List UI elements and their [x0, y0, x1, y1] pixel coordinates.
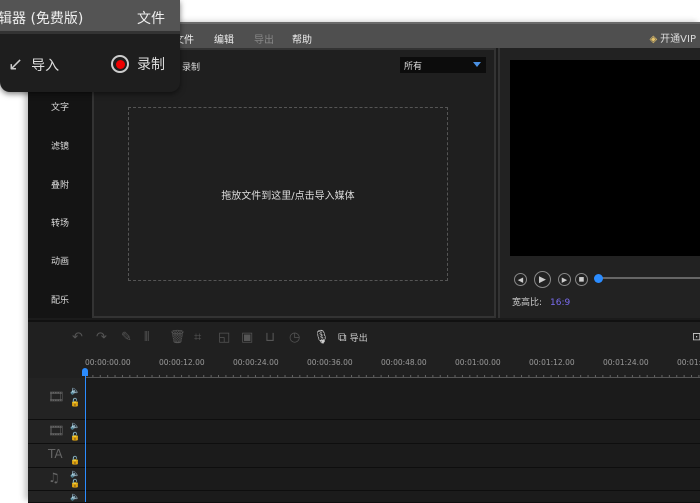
ruler-label: 00:01:00.00	[455, 358, 501, 367]
track-video-overlay[interactable]: 🎞 🔈 🔓	[28, 420, 700, 444]
vip-label: 开通VIP	[660, 34, 696, 45]
drop-zone[interactable]: 拖放文件到这里/点击导入媒体	[128, 107, 448, 281]
film-icon: 🎞	[48, 424, 65, 439]
lock-icon[interactable]: 🔓	[70, 398, 80, 407]
import-label: 导入	[31, 57, 60, 74]
import-button[interactable]: ↙ 导入	[8, 54, 59, 75]
fit-icon[interactable]: ⊡	[692, 330, 700, 343]
track-header: TA 🔓	[28, 444, 85, 467]
lock-icon[interactable]: 🔓	[70, 456, 80, 465]
ratio-label: 宽高比:	[512, 298, 543, 308]
track-header: 🎞 🔈 🔓	[28, 420, 85, 443]
music-icon: ♫	[48, 471, 60, 486]
crop-icon[interactable]: ⌗	[194, 330, 201, 345]
film-icon: 🎞	[48, 390, 65, 405]
export-icon: ⧉	[338, 330, 347, 344]
track-voice[interactable]: 🔈	[28, 491, 700, 503]
ruler-label: 00:01:12.00	[529, 358, 575, 367]
diamond-icon: ◈	[649, 34, 658, 45]
stop-icon[interactable]: ■	[575, 273, 588, 286]
ruler-label: 00:01:3	[677, 358, 700, 367]
volume-icon[interactable]: 🔈	[70, 421, 80, 430]
record-label: 录制	[137, 57, 165, 73]
filter-dropdown[interactable]: 所有	[400, 57, 486, 73]
ruler-label: 00:01:24.00	[603, 358, 649, 367]
microphone-icon[interactable]: 🎙	[313, 330, 330, 345]
lock-icon[interactable]: 🔓	[70, 479, 80, 488]
filter-value: 所有	[404, 62, 423, 72]
drop-hint: 拖放文件到这里/点击导入媒体	[221, 190, 355, 202]
menu-export[interactable]: 导出	[254, 31, 274, 46]
sidebar-item-text[interactable]: 文字	[28, 100, 92, 113]
volume-icon[interactable]: 🔈	[70, 469, 80, 478]
app-title: 辑器 (免费版)	[0, 11, 84, 27]
record-icon	[111, 55, 129, 73]
tab-record[interactable]: 录制	[182, 60, 200, 73]
playhead[interactable]	[85, 370, 86, 502]
export-button[interactable]: ⧉ 导出	[338, 330, 368, 345]
split-icon[interactable]: ⫴	[144, 330, 149, 345]
quick-popup: 辑器 (免费版) 文件 ↙ 导入 录制	[0, 0, 180, 92]
sidebar-item-transition[interactable]: 转场	[28, 216, 92, 229]
ruler-label: 00:00:48.00	[381, 358, 427, 367]
import-icon: ↙	[8, 54, 24, 75]
sidebar-item-overlay[interactable]: 叠附	[28, 178, 92, 191]
play-icon[interactable]: ▶	[534, 271, 551, 288]
text-icon: TA	[48, 447, 63, 461]
audio-level-icon[interactable]: ⊔	[265, 330, 275, 345]
preview-screen	[510, 60, 700, 256]
mosaic-icon[interactable]: ▣	[241, 330, 253, 345]
timeline: ↶ ↷ ✎ ⫴ 🗑 ⌗ ◱ ▣ ⊔ ◷ 🎙 ⧉ 导出 ⊡ 00:00:00.00 …	[28, 320, 700, 503]
seek-handle[interactable]	[594, 274, 603, 283]
chevron-down-icon	[473, 62, 481, 67]
lock-icon[interactable]: 🔓	[70, 432, 80, 441]
vip-button[interactable]: ◈ 开通VIP	[649, 30, 696, 45]
popup-file-menu[interactable]: 文件	[137, 8, 165, 28]
track-video-main[interactable]: 🎞 🔈 🔓	[28, 378, 700, 420]
track-header: 🎞 🔈 🔓	[28, 378, 85, 419]
popup-title-bar: 辑器 (免费版) 文件	[0, 0, 180, 34]
ruler-label: 00:00:24.00	[233, 358, 279, 367]
track-header: ♫ 🔈 🔓	[28, 468, 85, 490]
preview-panel: ◀ ▶ ▶ ■ 宽高比: 16:9	[498, 48, 700, 318]
aspect-ratio: 宽高比: 16:9	[512, 295, 570, 308]
seek-bar[interactable]	[598, 277, 700, 279]
undo-icon[interactable]: ↶	[72, 330, 83, 345]
sidebar-item-filter[interactable]: 滤镜	[28, 139, 92, 152]
time-ruler[interactable]: 00:00:00.00 00:00:12.00 00:00:24.00 00:0…	[85, 358, 700, 378]
ratio-value[interactable]: 16:9	[550, 298, 570, 308]
sidebar-item-animation[interactable]: 动画	[28, 254, 92, 267]
editor-window: 文件 编辑 导出 帮助 ◈ 开通VIP 文字 滤镜 叠附 转场 动画 配乐 录制 …	[28, 22, 700, 503]
ruler-label: 00:00:12.00	[159, 358, 205, 367]
edit-icon[interactable]: ✎	[121, 330, 132, 345]
delete-icon[interactable]: 🗑	[169, 330, 186, 345]
track-area: 🎞 🔈 🔓 🎞 🔈 🔓 TA 🔓 ♫ 🔈 🔓 🔈	[28, 378, 700, 503]
export-label: 导出	[349, 334, 368, 344]
menu-edit[interactable]: 编辑	[214, 31, 234, 46]
track-music[interactable]: ♫ 🔈 🔓	[28, 468, 700, 491]
prev-frame-icon[interactable]: ◀	[514, 273, 527, 286]
ruler-label: 00:00:36.00	[307, 358, 353, 367]
menu-help[interactable]: 帮助	[292, 31, 312, 46]
track-text[interactable]: TA 🔓	[28, 444, 700, 468]
clock-icon[interactable]: ◷	[289, 330, 300, 345]
next-frame-icon[interactable]: ▶	[558, 273, 571, 286]
sidebar-item-music[interactable]: 配乐	[28, 293, 92, 306]
redo-icon[interactable]: ↷	[96, 330, 107, 345]
resize-icon[interactable]: ◱	[218, 330, 230, 345]
track-header: 🔈	[28, 491, 85, 502]
volume-icon[interactable]: 🔈	[70, 386, 80, 395]
playhead-handle[interactable]	[82, 368, 88, 376]
ruler-label: 00:00:00.00	[85, 358, 131, 367]
record-button[interactable]: 录制	[111, 54, 165, 74]
